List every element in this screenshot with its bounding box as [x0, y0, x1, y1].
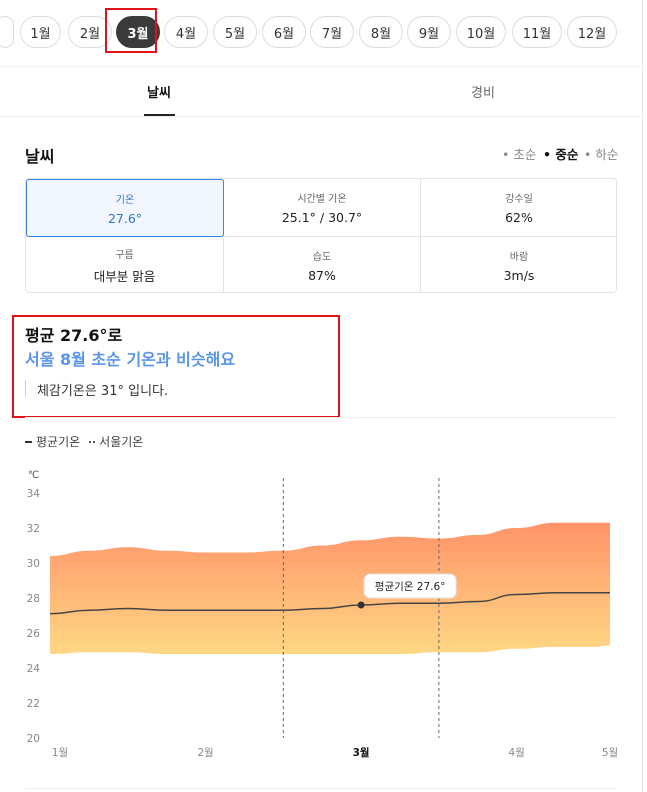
weather-info-grid: 기온 27.6° 시간별 기온 25.1° / 30.7° 강수일 62% 구름…	[25, 178, 617, 293]
divider	[0, 66, 643, 67]
y-tick-label: 22	[27, 698, 40, 710]
y-tick-label: 20	[27, 733, 40, 745]
hourly-temp-cell[interactable]: 시간별 기온 25.1° / 30.7°	[224, 179, 420, 236]
x-tick-label: 1월	[52, 747, 68, 759]
y-tick-label: 30	[27, 558, 40, 570]
rain-label: 강수일	[505, 194, 533, 205]
month-pill-11[interactable]: 11월	[512, 16, 562, 48]
divider	[25, 788, 617, 789]
x-tick-label: 3월	[353, 746, 370, 759]
x-tick-label: 2월	[197, 747, 213, 759]
month-pill-7[interactable]: 7월	[310, 16, 354, 48]
month-highlight-box	[105, 8, 157, 53]
humidity-label: 습도	[312, 251, 332, 263]
summary-subtitle: 서울 8월 초순 기온과 비슷해요	[25, 350, 236, 369]
y-tick-label: 28	[27, 593, 40, 605]
humidity-value: 87%	[308, 267, 336, 283]
cloud-value: 대부분 맑음	[93, 268, 156, 284]
x-tick-label: 4월	[508, 747, 524, 759]
cloud-label: 구름	[115, 249, 134, 261]
y-tick-label: 24	[27, 663, 41, 675]
month-pill-6[interactable]: 6월	[262, 16, 306, 48]
section-title: 날씨	[25, 147, 55, 166]
y-axis-unit: ℃	[28, 470, 39, 481]
wind-label: 바람	[509, 251, 529, 263]
avg-legend-swatch	[25, 440, 32, 443]
period-early-option[interactable]: • 초순	[502, 144, 536, 163]
seoul-legend-label: 서울기온	[99, 435, 144, 449]
month-pill-4[interactable]: 4월	[164, 16, 208, 48]
avg-temp-marker	[357, 601, 365, 609]
divider	[0, 116, 643, 117]
temperature-value: 27.6°	[107, 210, 143, 226]
divider	[25, 417, 617, 418]
tab-weather[interactable]: 날씨	[147, 82, 171, 101]
temperature-label: 기온	[115, 194, 135, 206]
temperature-chart: ℃ 20 22 24 26 28 30 32 34 평균기온 27.6° 1월 2월 3월 4월 5월	[27, 470, 619, 759]
humidity-cell[interactable]: 습도 87%	[224, 237, 420, 293]
seoul-legend-swatch	[89, 440, 97, 443]
x-tick-label: 5월	[602, 747, 618, 759]
period-mid-option[interactable]: • 중순	[543, 144, 578, 163]
rain-value: 62%	[505, 210, 533, 225]
chart-legend: 평균기온 서울기온	[25, 433, 143, 450]
month-pill-prev[interactable]	[0, 16, 14, 48]
month-pill-8[interactable]: 8월	[359, 16, 403, 48]
y-tick-label: 26	[27, 628, 41, 640]
tooltip-label: 평균기온 27.6°	[375, 581, 446, 593]
temperature-range-band	[50, 522, 610, 654]
rain-cell[interactable]: 강수일 62%	[421, 179, 617, 236]
quote-bar	[25, 380, 26, 397]
month-selector: 1월 2월 3월 4월 5월 6월 7월 8월 9월 10월 11월 12월	[0, 16, 643, 50]
month-pill-10[interactable]: 10월	[456, 16, 506, 48]
month-pill-1[interactable]: 1월	[20, 16, 61, 48]
wind-value: 3m/s	[503, 267, 535, 283]
wind-cell[interactable]: 바람 3m/s	[421, 237, 617, 293]
month-pill-5[interactable]: 5월	[213, 16, 257, 48]
summary-title: 평균 27.6°로	[25, 326, 123, 345]
hourly-temp-label: 시간별 기온	[297, 194, 347, 205]
hourly-temp-value: 25.1° / 30.7°	[281, 210, 363, 225]
feels-like-text: 체감기온은 31° 입니다.	[37, 384, 169, 399]
period-late-option[interactable]: • 하순	[584, 144, 618, 163]
temperature-cell[interactable]: 기온 27.6°	[26, 179, 224, 237]
y-tick-label: 34	[27, 488, 41, 500]
y-tick-label: 32	[27, 523, 40, 535]
cloud-cell[interactable]: 구름 대부분 맑음	[26, 237, 223, 293]
month-pill-12[interactable]: 12월	[567, 16, 617, 48]
tab-cost[interactable]: 경비	[471, 82, 495, 101]
month-pill-9[interactable]: 9월	[407, 16, 451, 48]
avg-legend-label: 평균기온	[36, 435, 81, 449]
